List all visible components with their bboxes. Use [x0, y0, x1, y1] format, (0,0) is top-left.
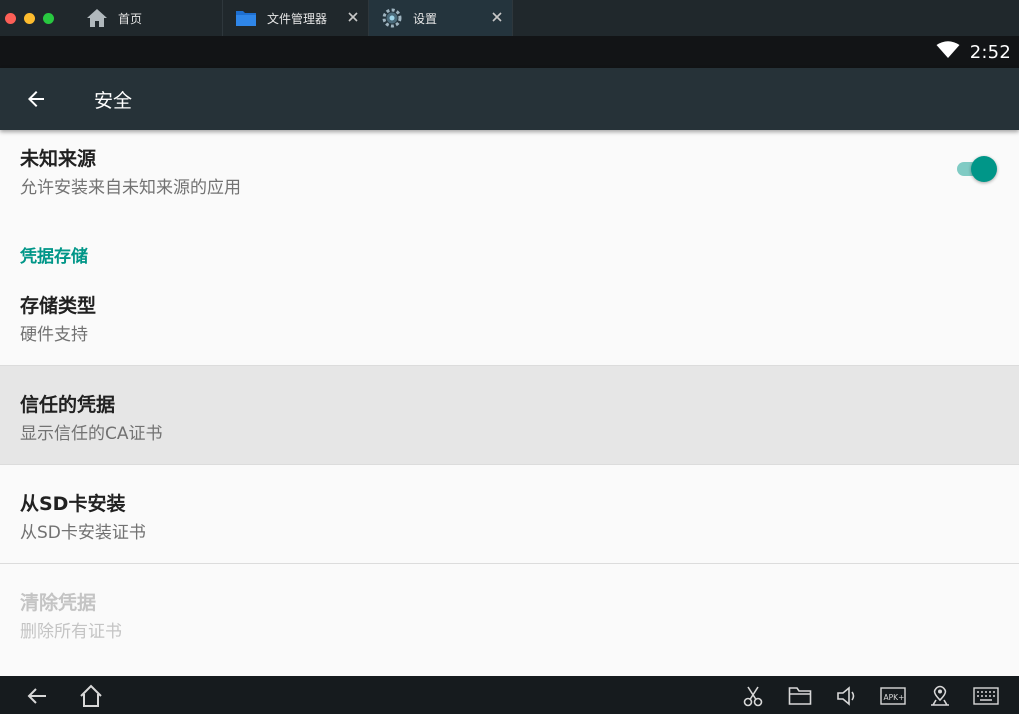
navigation-bar: APK+	[0, 676, 1019, 714]
tab-strip-empty-area	[512, 0, 1019, 36]
app-toolbar: 安全	[0, 68, 1019, 130]
tab-settings[interactable]: 设置	[368, 0, 512, 36]
tab-home[interactable]: 首页	[74, 0, 222, 36]
scissors-icon[interactable]	[740, 684, 766, 708]
folder-icon	[235, 9, 257, 27]
keyboard-icon[interactable]	[973, 684, 999, 708]
setting-summary: 允许安装来自未知来源的应用	[20, 178, 241, 198]
setting-trusted-credentials[interactable]: 信任的凭据 显示信任的CA证书	[0, 366, 1019, 464]
setting-storage-type[interactable]: 存储类型 硬件支持	[0, 277, 1019, 365]
clock: 2:52	[969, 41, 1011, 63]
setting-title: 清除凭据	[20, 592, 97, 614]
unknown-sources-toggle[interactable]	[955, 154, 999, 184]
setting-title: 从SD卡安装	[20, 493, 126, 515]
status-bar: 2:52	[0, 36, 1019, 68]
maximize-window-button[interactable]	[43, 12, 54, 24]
svg-text:APK+: APK+	[884, 693, 905, 702]
toggle-thumb	[971, 156, 997, 182]
folder-icon[interactable]	[787, 684, 813, 708]
setting-summary: 显示信任的CA证书	[20, 424, 163, 444]
home-icon	[86, 8, 108, 28]
minimize-window-button[interactable]	[24, 12, 35, 24]
back-icon[interactable]	[24, 684, 50, 708]
setting-unknown-sources[interactable]: 未知来源 允许安装来自未知来源的应用	[0, 130, 1019, 222]
page-title: 安全	[94, 89, 133, 112]
tab-file-manager[interactable]: 文件管理器	[222, 0, 368, 36]
home-icon[interactable]	[78, 684, 104, 708]
close-tab-icon[interactable]	[346, 10, 360, 24]
setting-clear-credentials: 清除凭据 删除所有证书	[0, 564, 1019, 676]
close-tab-icon[interactable]	[490, 10, 504, 24]
setting-title: 存储类型	[20, 295, 97, 317]
window-controls	[0, 0, 74, 36]
arrow-back-icon[interactable]	[18, 81, 54, 117]
tab-label: 设置	[413, 11, 438, 26]
apk-install-icon[interactable]: APK+	[880, 684, 906, 708]
location-icon[interactable]	[927, 684, 953, 708]
setting-summary: 硬件支持	[20, 325, 88, 345]
window-tab-strip: 首页 文件管理器 设置	[0, 0, 1019, 36]
category-credential-storage: 凭据存储	[20, 247, 88, 267]
volume-icon[interactable]	[834, 684, 860, 708]
tab-label: 文件管理器	[267, 11, 328, 26]
setting-summary: 删除所有证书	[20, 622, 122, 642]
settings-list: 未知来源 允许安装来自未知来源的应用 凭据存储 存储类型 硬件支持 信任的凭据 …	[0, 130, 1019, 676]
close-window-button[interactable]	[5, 12, 16, 24]
tab-label: 首页	[118, 11, 143, 26]
settings-gear-icon	[381, 7, 403, 29]
wifi-icon	[936, 41, 960, 63]
setting-summary: 从SD卡安装证书	[20, 523, 146, 543]
setting-title: 信任的凭据	[20, 394, 116, 416]
setting-title: 未知来源	[20, 148, 97, 170]
setting-install-from-sd[interactable]: 从SD卡安装 从SD卡安装证书	[0, 465, 1019, 563]
